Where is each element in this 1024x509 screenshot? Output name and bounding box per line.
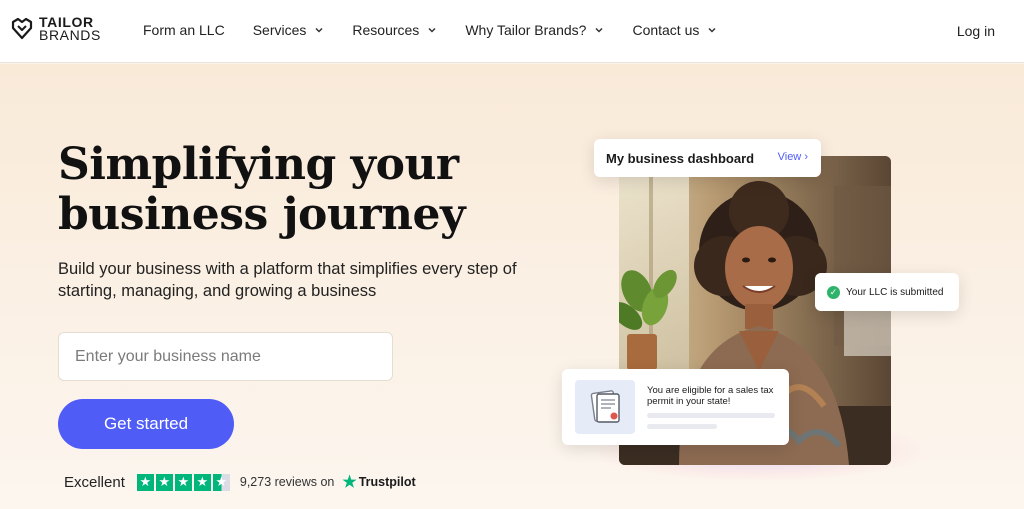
chevron-down-icon xyxy=(595,27,603,33)
rating-stars: ★ ★ ★ ★ ★ xyxy=(136,473,232,491)
nav-form-llc[interactable]: Form an LLC xyxy=(143,22,225,38)
chevron-down-icon xyxy=(428,27,436,33)
dashboard-card[interactable]: My business dashboard View › xyxy=(594,139,821,177)
business-name-input[interactable] xyxy=(58,332,393,381)
nav-resources[interactable]: Resources xyxy=(352,22,437,38)
logo-line-2: BRANDS xyxy=(39,27,101,43)
star-half-icon: ★ xyxy=(212,473,230,491)
hero-title-line-2: business journey xyxy=(58,189,466,240)
check-circle-icon: ✓ xyxy=(827,285,840,299)
trustpilot-star-icon: ★ xyxy=(342,474,357,491)
placeholder-bar xyxy=(647,424,717,429)
star-icon: ★ xyxy=(155,473,173,491)
hero-title: Simplifying your business journey xyxy=(58,140,538,240)
permit-icon-tile xyxy=(575,380,635,434)
nav-services[interactable]: Services xyxy=(253,22,325,38)
nav-label: Resources xyxy=(352,22,420,38)
chevron-right-icon: › xyxy=(804,151,808,163)
nav-why-tailor-brands[interactable]: Why Tailor Brands? xyxy=(465,22,604,38)
nav-label: Form an LLC xyxy=(143,22,225,38)
nav-label: Contact us xyxy=(632,22,700,38)
nav-contact-us[interactable]: Contact us xyxy=(632,22,717,38)
dashboard-view-link[interactable]: View › xyxy=(778,151,808,163)
hero-subtitle: Build your business with a platform that… xyxy=(58,260,517,300)
review-count: 9,273 reviews on xyxy=(239,475,335,489)
permit-text: You are eligible for a sales tax permit … xyxy=(647,385,774,407)
star-icon: ★ xyxy=(136,473,154,491)
star-icon: ★ xyxy=(193,473,211,491)
trustpilot-wordmark: Trustpilot xyxy=(358,475,416,489)
logo-icon xyxy=(11,17,33,40)
get-started-button[interactable]: Get started xyxy=(58,399,234,449)
chevron-down-icon xyxy=(708,27,716,33)
view-link-label: View xyxy=(777,151,802,163)
certificate-icon xyxy=(590,390,620,423)
trustpilot-rating[interactable]: Excellent ★ ★ ★ ★ ★ 9,273 reviews on ★ T… xyxy=(64,472,416,492)
rating-label: Excellent xyxy=(64,473,125,491)
placeholder-bar xyxy=(647,413,775,418)
login-link[interactable]: Log in xyxy=(957,23,995,39)
star-icon: ★ xyxy=(174,473,192,491)
nav-label: Services xyxy=(252,22,307,38)
dashboard-card-title: My business dashboard xyxy=(606,150,755,166)
chevron-down-icon xyxy=(315,27,323,33)
hero-title-line-1: Simplifying your xyxy=(58,139,459,190)
main-nav: Form an LLC Services Resources Why Tailo… xyxy=(143,22,745,38)
llc-status-text: Your LLC is submitted xyxy=(846,286,944,298)
nav-label: Why Tailor Brands? xyxy=(465,22,587,38)
brand-logo[interactable]: TAILOR BRANDS xyxy=(9,15,101,43)
logo-wordmark: TAILOR BRANDS xyxy=(39,15,101,43)
trustpilot-logo: ★ Trustpilot xyxy=(342,472,415,492)
llc-status-card: ✓ Your LLC is submitted xyxy=(815,273,959,311)
permit-card: You are eligible for a sales tax permit … xyxy=(562,369,789,445)
site-header: TAILOR BRANDS Form an LLC Services Resou… xyxy=(0,0,1024,63)
